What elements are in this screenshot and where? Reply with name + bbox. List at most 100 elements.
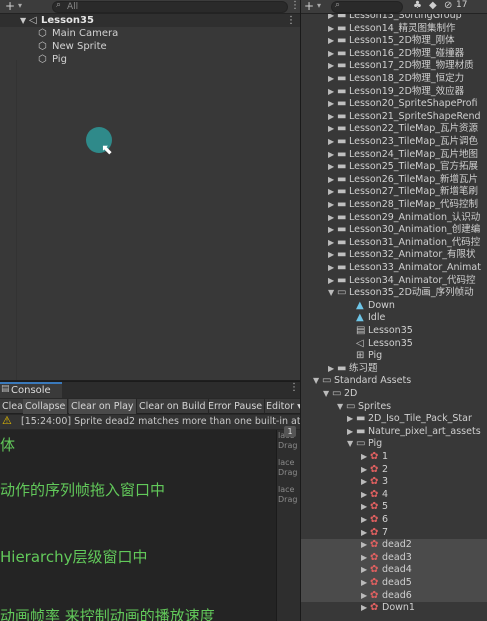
project-tree-item[interactable]: ▶ ▬ Lesson27_TileMap_新增笔刷 bbox=[301, 186, 487, 199]
error-pause-button[interactable]: Error Pause bbox=[206, 399, 266, 414]
console-log-row[interactable]: ⚠ [15:24:00] Sprite dead2 matches more t… bbox=[0, 415, 300, 429]
expand-arrow-icon[interactable]: ▶ bbox=[347, 426, 353, 439]
dropdown-caret-icon[interactable]: ▾ bbox=[18, 1, 22, 10]
editor-dropdown[interactable]: Editor ▾ bbox=[264, 399, 305, 414]
project-tree-item[interactable]: ▶ ▬ Lesson29_Animation_认识动 bbox=[301, 212, 487, 225]
dropdown-caret-icon[interactable]: ▾ bbox=[317, 1, 321, 10]
project-search-input[interactable]: ⌕ bbox=[331, 0, 403, 13]
collapse-arrow-icon[interactable]: ▼ bbox=[337, 401, 343, 414]
project-tree-item[interactable]: ▶ ▬ Lesson32_Animator_有限状 bbox=[301, 249, 487, 262]
expand-arrow-icon[interactable]: ▶ bbox=[328, 48, 334, 61]
project-tree-item[interactable]: ▼ ▭ Standard Assets bbox=[301, 375, 487, 388]
project-tree-item[interactable]: ▶ ▬ Lesson18_2D物理_恒定力 bbox=[301, 73, 487, 86]
project-tree-item[interactable]: ▶ ✿ 1 bbox=[301, 451, 487, 464]
expand-arrow-icon[interactable]: ▶ bbox=[328, 149, 334, 162]
expand-arrow-icon[interactable]: ▶ bbox=[361, 514, 367, 527]
project-tree-item[interactable]: ▶ ▬ Lesson30_Animation_创建编 bbox=[301, 224, 487, 237]
project-tree-item[interactable]: ▶ ▬ Lesson14_精灵图集制作 bbox=[301, 23, 487, 36]
expand-arrow-icon[interactable]: ▶ bbox=[328, 111, 334, 124]
collapse-arrow-icon[interactable]: ▼ bbox=[323, 388, 329, 401]
project-tree-item[interactable]: ▶ ▬ Lesson20_SpriteShapeProfi bbox=[301, 98, 487, 111]
project-tree-item[interactable]: ▶ ▬ Lesson33_Animator_Animat bbox=[301, 262, 487, 275]
project-tree-item[interactable]: ▶ ✿ dead6 bbox=[301, 589, 487, 603]
project-tree-item[interactable]: ▼ ▭ Sprites bbox=[301, 401, 487, 414]
project-tree-item[interactable]: ▶ ▬ Lesson26_TileMap_新增瓦片 bbox=[301, 174, 487, 187]
expand-arrow-icon[interactable]: ▶ bbox=[361, 464, 367, 477]
project-tree-item[interactable]: ▶ ▬ Lesson13_SortingGroup bbox=[301, 14, 487, 23]
expand-arrow-icon[interactable]: ▶ bbox=[361, 552, 367, 565]
project-tree-item[interactable]: ▶ ▬ Lesson16_2D物理_碰撞器 bbox=[301, 48, 487, 61]
hierarchy-menu-icon[interactable]: ⋮ bbox=[290, 0, 300, 11]
hierarchy-item[interactable]: ⬡ Main Camera bbox=[0, 27, 300, 40]
scene-menu-icon[interactable]: ⋮ bbox=[286, 14, 296, 27]
expand-arrow-icon[interactable]: ▶ bbox=[361, 602, 367, 615]
add-icon[interactable]: + bbox=[5, 0, 15, 13]
expand-arrow-icon[interactable]: ▶ bbox=[328, 161, 334, 174]
project-tree-item[interactable]: ▶ ▬ Nature_pixel_art_assets bbox=[301, 426, 487, 439]
project-tree-item[interactable]: ▶ ✿ 2 bbox=[301, 464, 487, 477]
project-tree-item[interactable]: ▶ ▬ 练习题 bbox=[301, 363, 487, 376]
expand-arrow-icon[interactable]: ▶ bbox=[328, 237, 334, 250]
expand-arrow-icon[interactable]: ▶ bbox=[328, 174, 334, 187]
project-tree-item[interactable]: ▲ Idle bbox=[301, 312, 487, 325]
project-tree-item[interactable]: ▶ ✿ dead5 bbox=[301, 577, 487, 590]
expand-arrow-icon[interactable]: ▼ bbox=[20, 14, 26, 27]
collapse-arrow-icon[interactable]: ▼ bbox=[347, 438, 353, 451]
hidden-packages-icon[interactable]: ⊘ bbox=[444, 0, 452, 11]
expand-arrow-icon[interactable]: ▶ bbox=[328, 186, 334, 199]
expand-arrow-icon[interactable]: ▶ bbox=[361, 451, 367, 464]
expand-arrow-icon[interactable]: ▶ bbox=[328, 23, 334, 36]
project-tree-item[interactable]: ▶ ▬ Lesson25_TileMap_官方拓展 bbox=[301, 161, 487, 174]
project-tree-item[interactable]: ▶ ✿ 7 bbox=[301, 527, 487, 540]
project-tree-item[interactable]: ▶ ▬ Lesson24_TileMap_瓦片地图 bbox=[301, 149, 487, 162]
clear-on-play-button[interactable]: Clear on Play bbox=[69, 399, 137, 414]
expand-arrow-icon[interactable]: ▶ bbox=[328, 86, 334, 99]
project-tree-item[interactable]: ▶ ✿ 5 bbox=[301, 501, 487, 514]
project-tree-item[interactable]: ▶ ✿ Down1 bbox=[301, 602, 487, 615]
project-tree-item[interactable]: ▶ ▬ Lesson15_2D物理_刚体 bbox=[301, 35, 487, 48]
add-icon[interactable]: + bbox=[304, 0, 314, 13]
expand-arrow-icon[interactable]: ▶ bbox=[347, 413, 353, 426]
expand-arrow-icon[interactable]: ▶ bbox=[328, 73, 334, 86]
project-tree-item[interactable]: ▶ ▬ Lesson19_2D物理_效应器 bbox=[301, 86, 487, 99]
expand-arrow-icon[interactable]: ▶ bbox=[328, 275, 334, 288]
scene-row[interactable]: ▼ ◁ Lesson35 ⋮ bbox=[0, 14, 300, 27]
expand-arrow-icon[interactable]: ▶ bbox=[361, 564, 367, 577]
project-tree-item[interactable]: ▶ ▬ Lesson28_TileMap_代码控制 bbox=[301, 199, 487, 212]
expand-arrow-icon[interactable]: ▶ bbox=[328, 262, 334, 275]
collapse-arrow-icon[interactable]: ▼ bbox=[328, 287, 334, 300]
project-tree-item[interactable]: ▶ ✿ 4 bbox=[301, 489, 487, 502]
expand-arrow-icon[interactable]: ▶ bbox=[361, 539, 367, 552]
hierarchy-item[interactable]: ⬡ New Sprite bbox=[0, 40, 300, 53]
project-tree-item[interactable]: ▼ ▭ Pig bbox=[301, 438, 487, 451]
project-tree-item[interactable]: ◁ Lesson35 bbox=[301, 338, 487, 351]
project-tree-item[interactable]: ▶ ▬ Lesson22_TileMap_瓦片资源 bbox=[301, 123, 487, 136]
expand-arrow-icon[interactable]: ▶ bbox=[328, 212, 334, 225]
project-tree-item[interactable]: ▶ ▬ Lesson17_2D物理_物理材质 bbox=[301, 60, 487, 73]
expand-arrow-icon[interactable]: ▶ bbox=[361, 527, 367, 540]
expand-arrow-icon[interactable]: ▶ bbox=[328, 136, 334, 149]
filter-by-type-icon[interactable]: ♣ bbox=[413, 0, 422, 11]
collapse-button[interactable]: Collapse bbox=[23, 399, 69, 414]
project-tree-item[interactable]: ▶ ✿ 6 bbox=[301, 514, 487, 527]
expand-arrow-icon[interactable]: ▶ bbox=[328, 14, 334, 23]
expand-arrow-icon[interactable]: ▶ bbox=[361, 577, 367, 590]
project-tree-item[interactable]: ▶ ▬ Lesson21_SpriteShapeRend bbox=[301, 111, 487, 124]
expand-arrow-icon[interactable]: ▶ bbox=[328, 35, 334, 48]
project-tree-item[interactable]: ⊞ Pig bbox=[301, 350, 487, 363]
filter-by-label-icon[interactable]: ◆ bbox=[429, 0, 437, 11]
console-menu-icon[interactable]: ⋮ bbox=[289, 382, 299, 393]
expand-arrow-icon[interactable]: ▶ bbox=[361, 489, 367, 502]
expand-arrow-icon[interactable]: ▶ bbox=[361, 476, 367, 489]
project-tree-item[interactable]: ▶ ✿ 3 bbox=[301, 476, 487, 489]
project-tree-item[interactable]: ▶ ✿ dead4 bbox=[301, 564, 487, 577]
expand-arrow-icon[interactable]: ▶ bbox=[328, 199, 334, 212]
hierarchy-item[interactable]: ⬡ Pig bbox=[0, 53, 300, 66]
project-tree-item[interactable]: ▲ Down bbox=[301, 300, 487, 313]
expand-arrow-icon[interactable]: ▶ bbox=[328, 224, 334, 237]
project-tree-item[interactable]: ▶ ▬ Lesson34_Animator_代码控 bbox=[301, 275, 487, 288]
expand-arrow-icon[interactable]: ▶ bbox=[361, 501, 367, 514]
expand-arrow-icon[interactable]: ▶ bbox=[328, 249, 334, 262]
project-tree-item[interactable]: ▤ Lesson35 bbox=[301, 325, 487, 338]
project-tree-item[interactable]: ▶ ▬ Lesson23_TileMap_瓦片调色 bbox=[301, 136, 487, 149]
